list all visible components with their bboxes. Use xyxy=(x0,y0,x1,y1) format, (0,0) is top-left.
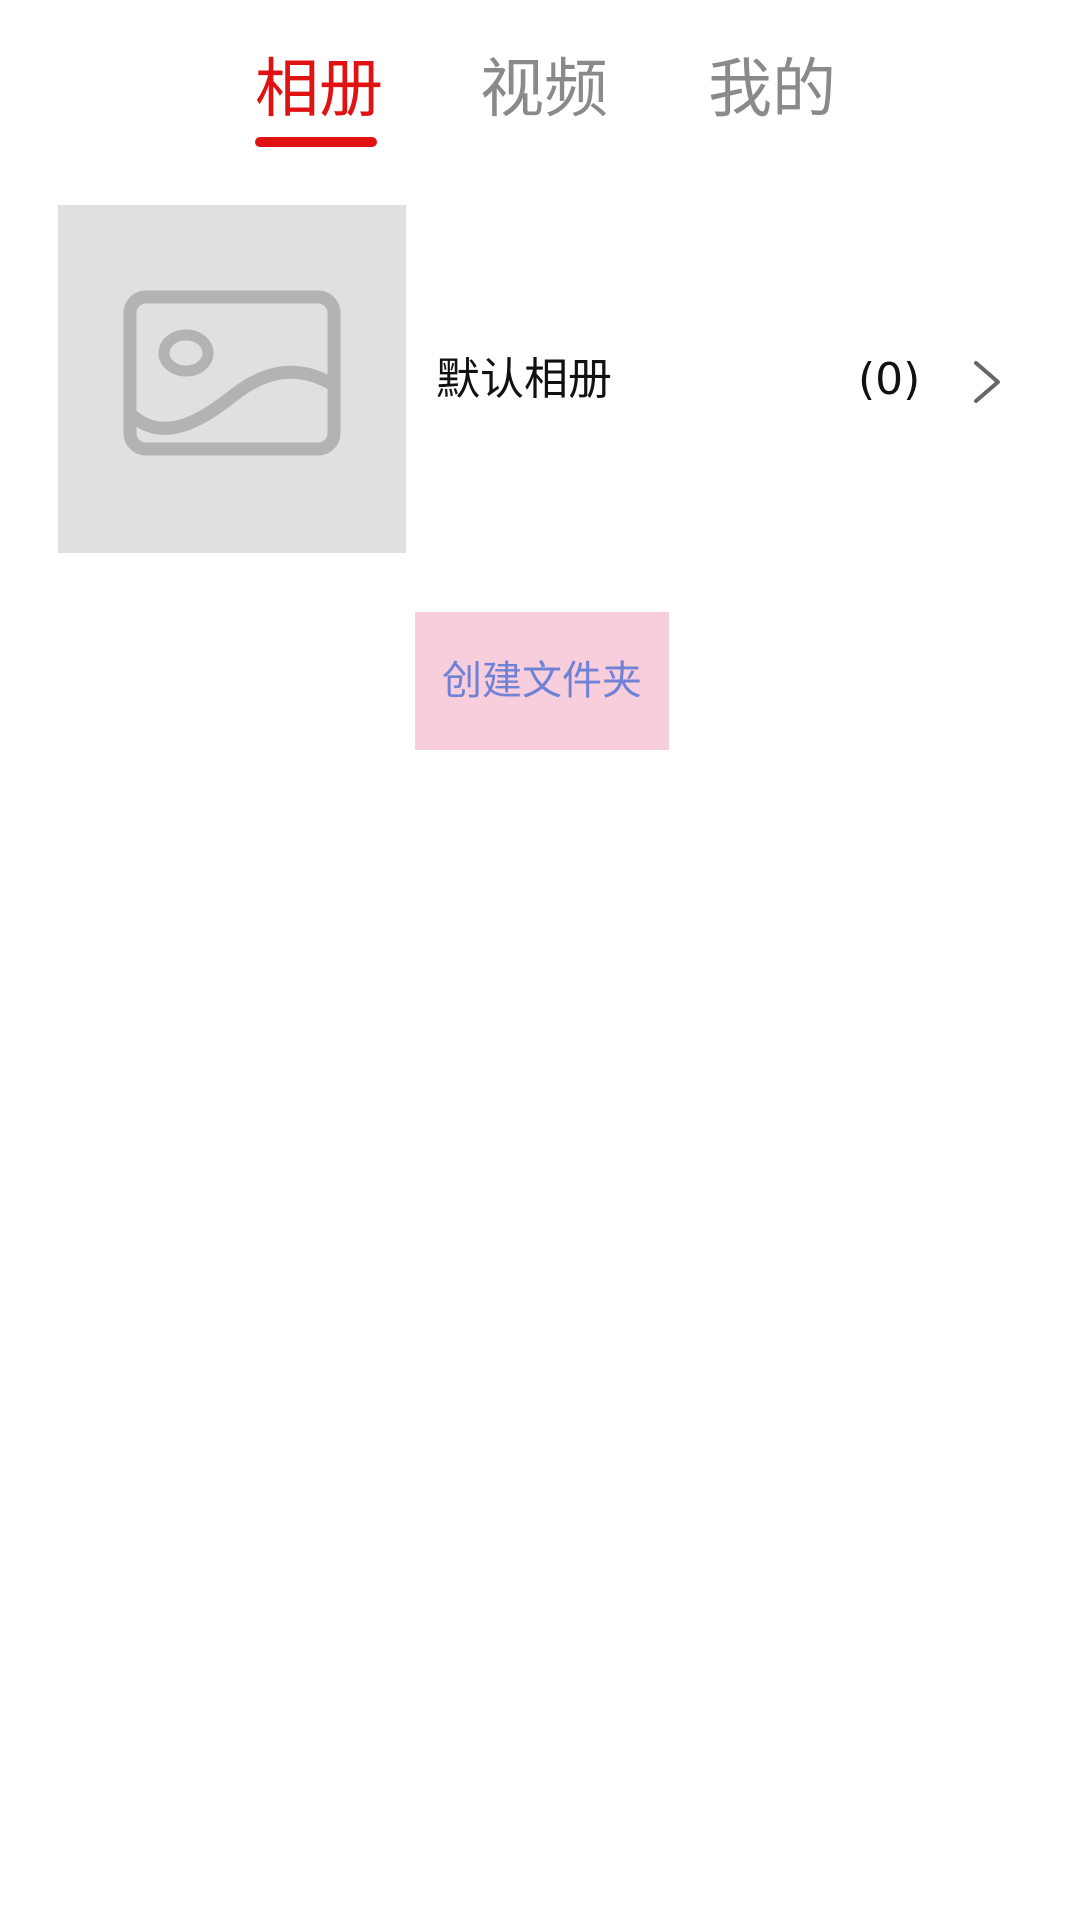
tab-videos[interactable]: 视频 xyxy=(480,52,608,142)
top-tab-bar: 相册 视频 我的 xyxy=(0,0,1080,160)
create-folder-button[interactable]: 创建文件夹 xyxy=(415,612,669,750)
tab-albums[interactable]: 相册 xyxy=(255,52,383,142)
image-placeholder-icon xyxy=(123,290,341,456)
album-photo-count: (0) xyxy=(858,354,921,405)
chevron-right-icon xyxy=(974,361,1000,403)
active-tab-indicator xyxy=(255,137,377,147)
tab-mine[interactable]: 我的 xyxy=(708,52,836,142)
album-thumbnail xyxy=(58,205,406,553)
album-list-item-default[interactable]: 默认相册 (0) xyxy=(0,205,1080,555)
album-name: 默认相册 xyxy=(436,354,612,405)
